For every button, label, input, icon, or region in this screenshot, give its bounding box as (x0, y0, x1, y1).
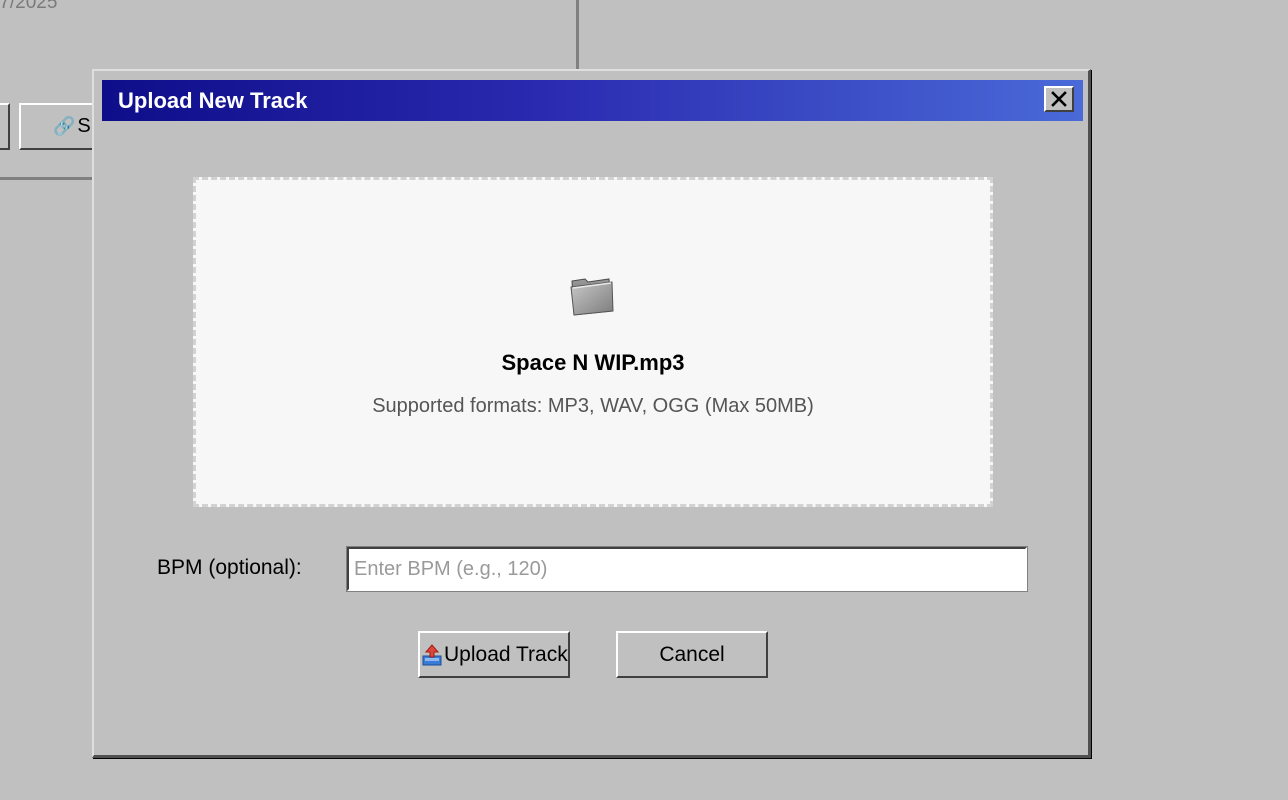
dialog-title: Upload New Track (118, 87, 308, 113)
background-separator (0, 177, 96, 180)
dialog-titlebar[interactable]: Upload New Track (102, 80, 1083, 121)
upload-track-label: Upload Track (444, 642, 568, 666)
bpm-label: BPM (optional): (157, 556, 302, 579)
bpm-input[interactable] (346, 546, 1028, 592)
background-divider (576, 0, 579, 72)
upload-dialog: Upload New Track Space N WIP.mp3 Support… (92, 69, 1091, 758)
cancel-label: Cancel (659, 642, 725, 666)
upload-track-button[interactable]: Upload Track (418, 631, 570, 678)
background-button[interactable] (0, 103, 10, 150)
close-button[interactable] (1044, 86, 1074, 112)
upload-icon (422, 643, 442, 665)
folder-icon (570, 278, 614, 316)
supported-formats-text: Supported formats: MP3, WAV, OGG (Max 50… (372, 395, 814, 417)
file-dropzone[interactable]: Space N WIP.mp3 Supported formats: MP3, … (193, 177, 993, 507)
selected-file-name: Space N WIP.mp3 (501, 350, 685, 375)
background-date: /7/2025 (0, 0, 58, 13)
link-icon: 🔗 (53, 116, 76, 136)
cancel-button[interactable]: Cancel (616, 631, 768, 678)
close-icon (1051, 91, 1067, 107)
